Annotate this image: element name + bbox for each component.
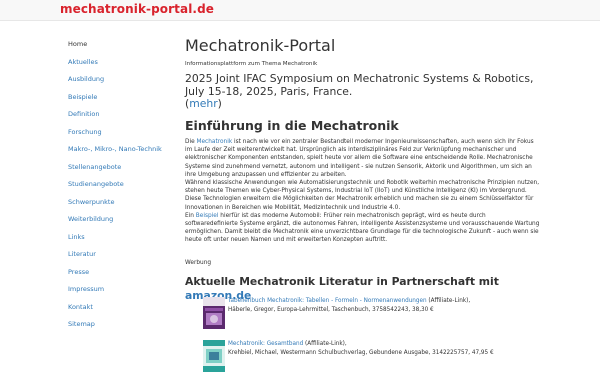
news-more-link[interactable]: mehr [189, 97, 217, 110]
page-subtitle: Informationsplattform zum Thema Mechatro… [185, 61, 318, 67]
book-affiliate: (Affiliate-Link), [426, 298, 471, 304]
book-title-link[interactable]: Tabellenbuch Mechatronik: Tabellen - For… [228, 298, 427, 304]
sidebar-item-beispiele[interactable]: Beispiele [60, 89, 170, 107]
sidebar-item-stellenangebote[interactable]: Stellenangebote [60, 159, 170, 177]
sidebar-item-makro-mikro-nano[interactable]: Makro-, Mikro-, Nano-Technik [60, 141, 170, 159]
news-more-close: ) [217, 97, 222, 110]
intro-p1-start: Die [185, 139, 197, 145]
intro-p3-start: Ein [185, 212, 196, 219]
book-description: Tabellenbuch Mechatronik: Tabellen - For… [228, 297, 528, 314]
page-title: Mechatronik-Portal [185, 36, 336, 55]
brand-link[interactable]: mechatronik-portal.de [60, 2, 214, 16]
intro-text: Die Mechatronik ist nach wie vor ein zen… [185, 138, 540, 245]
beispiel-link[interactable]: Beispiel [196, 213, 219, 219]
book-cover-tabellenbuch[interactable] [203, 297, 225, 329]
sidebar-item-kontakt[interactable]: Kontakt [60, 299, 170, 317]
ad-label: Werbung [185, 259, 212, 266]
sidebar-item-home[interactable]: Home [60, 36, 170, 54]
sidebar-item-impressum[interactable]: Impressum [60, 281, 170, 299]
sidebar-nav: Home Aktuelles Ausbildung Beispiele Defi… [60, 36, 170, 334]
top-navbar: mechatronik-portal.de [0, 0, 600, 21]
sidebar-item-aktuelles[interactable]: Aktuelles [60, 54, 170, 72]
intro-p1-rest: ist nach wie vor ein zentraler Bestandte… [185, 139, 534, 178]
mechatronik-link[interactable]: Mechatronik [196, 139, 232, 145]
sidebar-item-weiterbildung[interactable]: Weiterbildung [60, 211, 170, 229]
sidebar-item-forschung[interactable]: Forschung [60, 124, 170, 142]
sidebar-item-ausbildung[interactable]: Ausbildung [60, 71, 170, 89]
book-affiliate: (Affiliate-Link), [303, 341, 347, 347]
main-content: Mechatronik-Portal Informationsplattform… [185, 36, 540, 303]
book-details: Krehbiel, Michael, Westermann Schulbuchv… [228, 349, 494, 356]
intro-heading: Einführung in die Mechatronik [185, 118, 399, 133]
sidebar-item-schwerpunkte[interactable]: Schwerpunkte [60, 194, 170, 212]
book-cover-gesamtband[interactable] [203, 340, 225, 372]
intro-p3-rest: hierfür ist das moderne Automobil: Frühe… [185, 212, 540, 244]
sidebar-item-links[interactable]: Links [60, 229, 170, 247]
book-details: Häberle, Gregor, Europa-Lehrmittel, Tasc… [228, 306, 434, 313]
sidebar-item-literatur[interactable]: Literatur [60, 246, 170, 264]
sidebar-item-sitemap[interactable]: Sitemap [60, 316, 170, 334]
book-item: Mechatronik: Gesamtband (Affiliate-Link)… [203, 340, 523, 375]
book-title-link[interactable]: Mechatronik: Gesamtband [228, 341, 303, 347]
sidebar-item-definition[interactable]: Definition [60, 106, 170, 124]
sidebar-item-presse[interactable]: Presse [60, 264, 170, 282]
news-more: (mehr) [185, 98, 540, 110]
news-headline: 2025 Joint IFAC Symposium on Mechatronic… [185, 72, 534, 98]
book-description: Mechatronik: Gesamtband (Affiliate-Link)… [228, 340, 528, 357]
literature-heading-text: Aktuelle Mechatronik Literatur in Partne… [185, 274, 499, 288]
book-item: Tabellenbuch Mechatronik: Tabellen - For… [203, 297, 523, 333]
sidebar-item-studienangebote[interactable]: Studienangebote [60, 176, 170, 194]
intro-p2: Während klassische Anwendungen wie Autom… [185, 180, 540, 211]
